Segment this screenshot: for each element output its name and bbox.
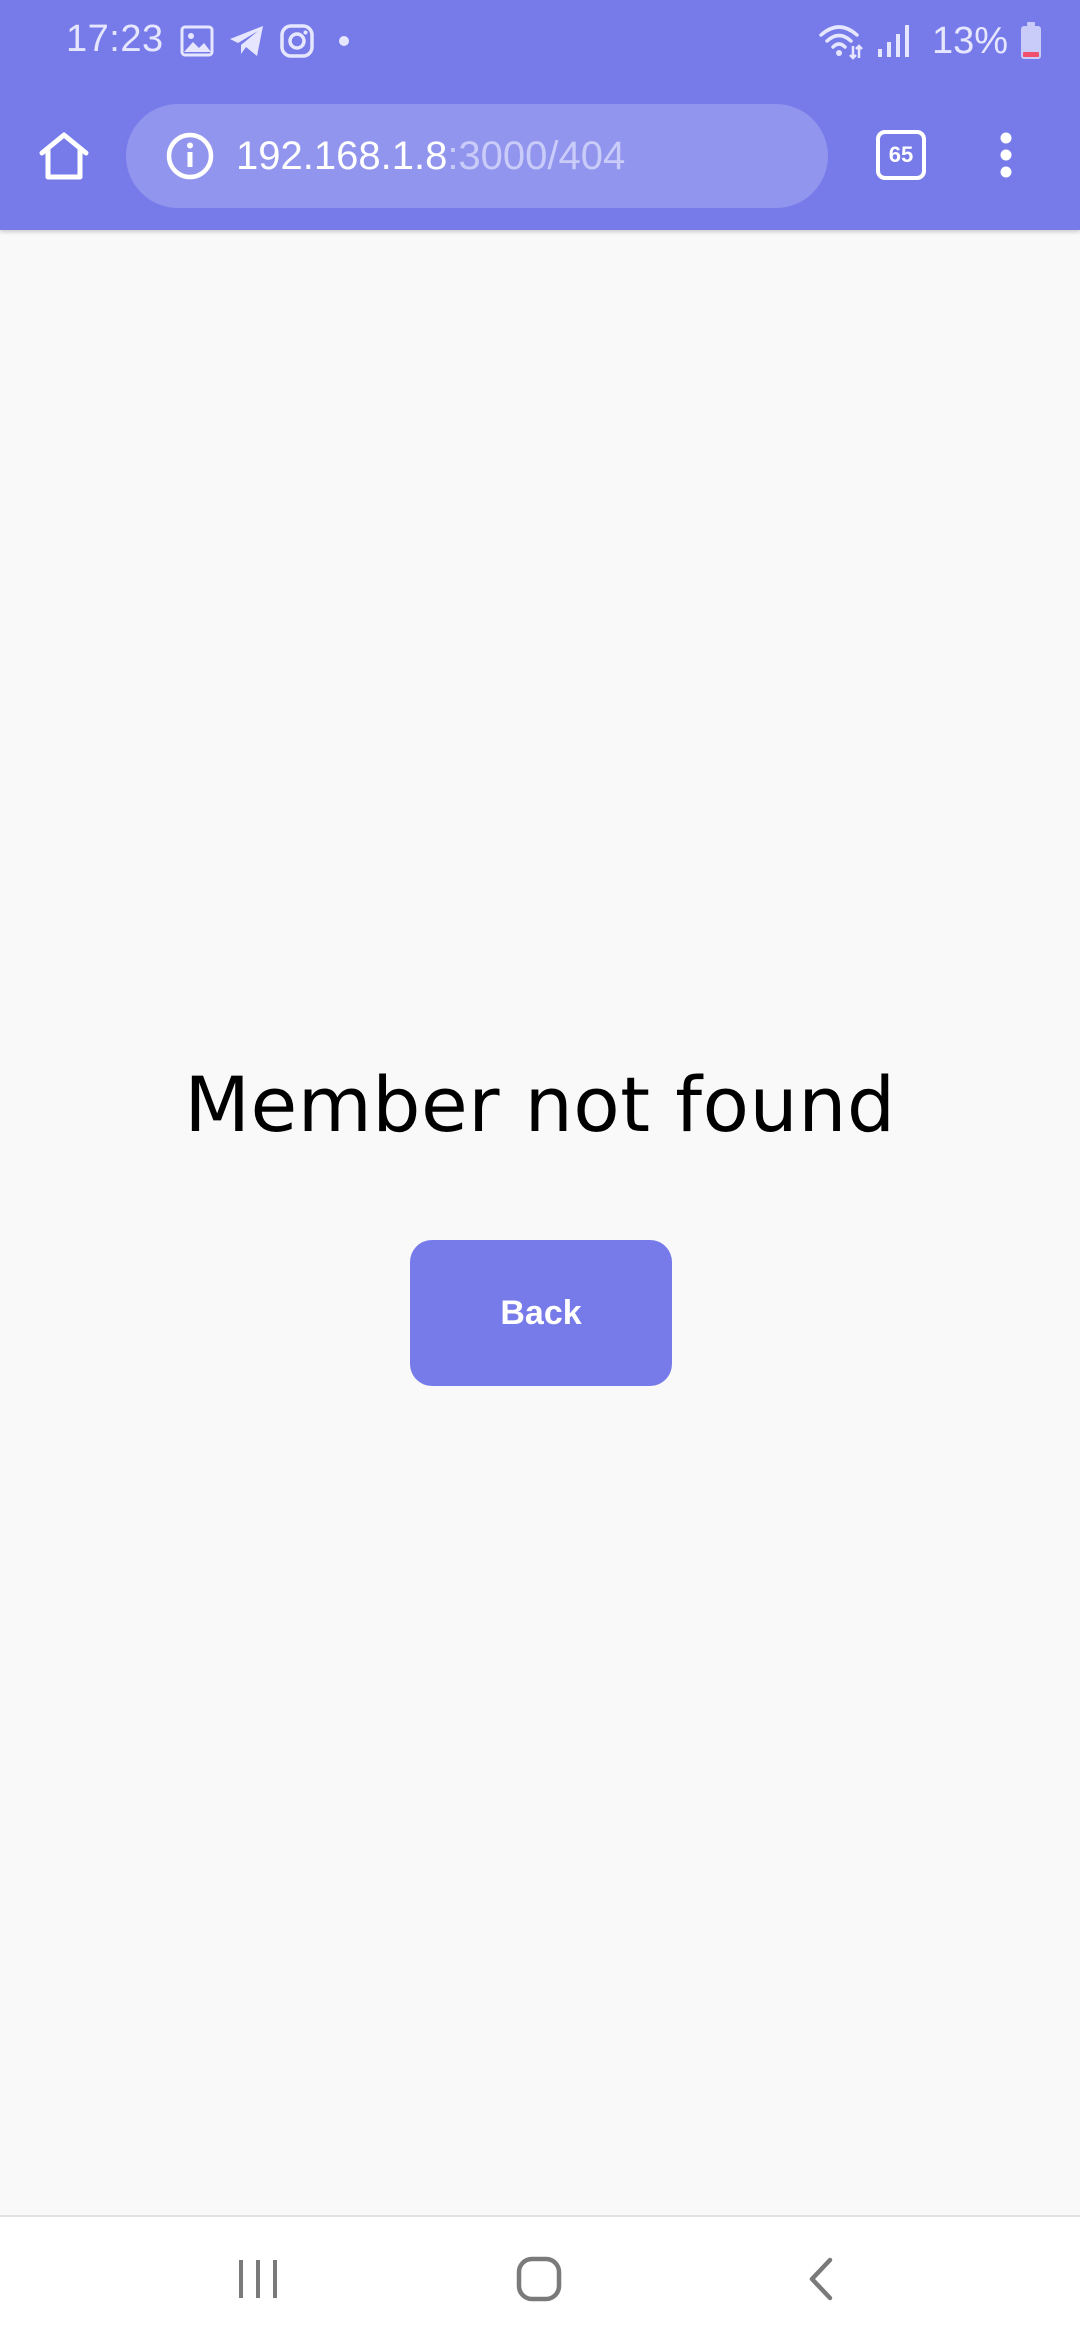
tab-count: 65 <box>888 142 914 167</box>
nav-recents-button[interactable] <box>213 2239 303 2319</box>
tab-count-icon: 65 <box>876 130 926 180</box>
back-icon <box>809 2257 833 2301</box>
back-button[interactable]: Back <box>410 1240 672 1386</box>
status-bar: 17:23 13% <box>0 0 1080 80</box>
page-title: Member not found <box>184 1060 896 1149</box>
home-icon <box>516 2256 562 2302</box>
status-time: 17:23 <box>66 18 164 60</box>
gallery-icon <box>180 25 214 57</box>
signal-icon <box>876 23 912 59</box>
notification-dot-icon <box>338 35 350 47</box>
home-icon <box>39 132 89 180</box>
battery-percent: 13% <box>931 19 1008 62</box>
browser-chrome: 17:23 13% 192.168.1.8:3000/404 65 <box>0 0 1080 230</box>
more-vert-icon <box>1000 132 1012 178</box>
nav-home-button[interactable] <box>494 2239 584 2319</box>
tab-switcher-button[interactable]: 65 <box>874 128 928 182</box>
url-text: 192.168.1.8:3000/404 <box>236 134 625 179</box>
battery-icon <box>1020 22 1042 60</box>
browser-home-button[interactable] <box>30 120 98 192</box>
browser-menu-button[interactable] <box>986 122 1026 188</box>
screen: 17:23 13% 192.168.1.8:3000/404 65 Member… <box>0 0 1080 2340</box>
address-bar[interactable]: 192.168.1.8:3000/404 <box>126 104 828 208</box>
wifi-icon <box>818 22 864 60</box>
recents-icon <box>239 2260 277 2298</box>
browser-toolbar: 192.168.1.8:3000/404 65 <box>0 80 1080 230</box>
nav-back-button[interactable] <box>776 2239 866 2319</box>
system-nav-bar <box>0 2215 1080 2340</box>
url-path: :3000/404 <box>447 133 626 178</box>
instagram-icon <box>280 24 314 58</box>
url-host: 192.168.1.8 <box>236 133 448 178</box>
site-info-icon[interactable] <box>164 130 216 182</box>
telegram-icon <box>228 24 266 58</box>
status-system-icons: 13% <box>818 18 1042 64</box>
page-content: Member not found Back <box>0 230 1080 2215</box>
status-notification-icons <box>180 20 350 62</box>
